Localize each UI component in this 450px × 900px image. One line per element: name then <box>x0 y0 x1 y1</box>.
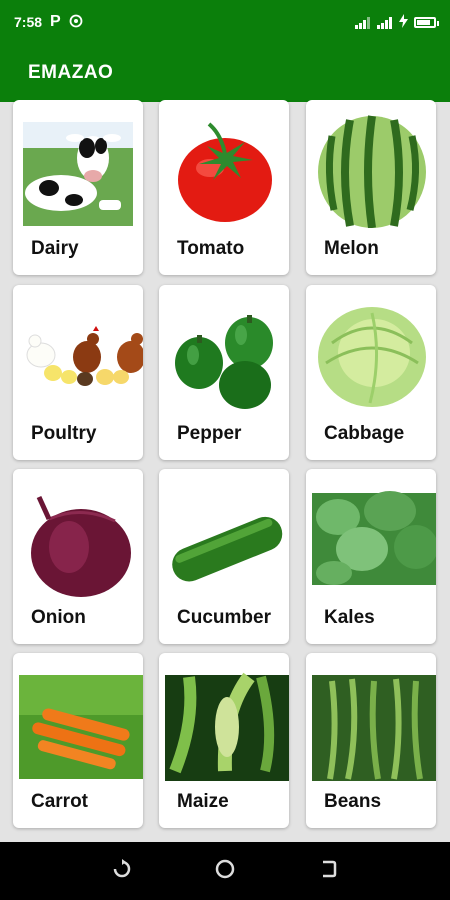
kale-image <box>312 477 436 597</box>
category-card-melon[interactable]: Melon <box>306 100 436 275</box>
signal-icon <box>355 16 371 29</box>
status-time: 7:58 <box>14 14 43 30</box>
category-card-pepper[interactable]: Pepper <box>159 285 289 460</box>
category-grid: Dairy Tomato Melon Poultry Pepper Cabbag… <box>0 100 450 842</box>
category-label: Beans <box>324 791 382 812</box>
category-card-poultry[interactable]: Poultry <box>13 285 143 460</box>
hotspot-icon <box>69 14 83 31</box>
system-nav-bar <box>0 842 450 900</box>
category-card-tomato[interactable]: Tomato <box>159 100 289 275</box>
chickens-image <box>19 293 143 413</box>
category-card-cabbage[interactable]: Cabbage <box>306 285 436 460</box>
signal-icon <box>377 16 393 29</box>
home-icon[interactable] <box>214 858 236 885</box>
status-bar: 7:58 P <box>0 0 450 44</box>
category-card-carrot[interactable]: Carrot <box>13 653 143 828</box>
recents-icon[interactable] <box>111 858 133 885</box>
category-label: Melon <box>324 238 379 259</box>
red-onion-image <box>19 477 137 597</box>
category-label: Dairy <box>31 238 79 259</box>
category-label: Cabbage <box>324 423 405 444</box>
category-card-dairy[interactable]: Dairy <box>13 100 143 275</box>
app-title: EMAZAO <box>28 62 114 83</box>
category-card-beans[interactable]: Beans <box>306 653 436 828</box>
green-beans-image <box>312 661 436 781</box>
carrot-image <box>19 661 143 781</box>
parking-icon: P <box>50 13 61 30</box>
category-card-kales[interactable]: Kales <box>306 469 436 644</box>
green-pepper-image <box>165 293 283 413</box>
tomato-image <box>165 108 283 228</box>
category-label: Pepper <box>177 423 242 444</box>
back-icon[interactable] <box>317 858 339 885</box>
cabbage-image <box>312 293 430 413</box>
category-card-cucumber[interactable]: Cucumber <box>159 469 289 644</box>
cow-image <box>19 108 137 228</box>
maize-image <box>165 661 289 781</box>
battery-icon <box>414 16 439 28</box>
category-label: Cucumber <box>177 607 271 628</box>
category-label: Maize <box>177 791 229 812</box>
category-card-maize[interactable]: Maize <box>159 653 289 828</box>
watermelon-image <box>312 108 430 229</box>
category-label: Kales <box>324 607 375 628</box>
category-label: Poultry <box>31 423 97 444</box>
app-bar: EMAZAO <box>0 44 450 102</box>
category-label: Carrot <box>31 791 89 812</box>
cucumber-image <box>165 477 283 597</box>
charging-icon <box>399 13 408 31</box>
battery-level <box>417 19 430 25</box>
category-card-onion[interactable]: Onion <box>13 469 143 644</box>
category-label: Onion <box>31 607 86 628</box>
category-label: Tomato <box>177 238 245 259</box>
